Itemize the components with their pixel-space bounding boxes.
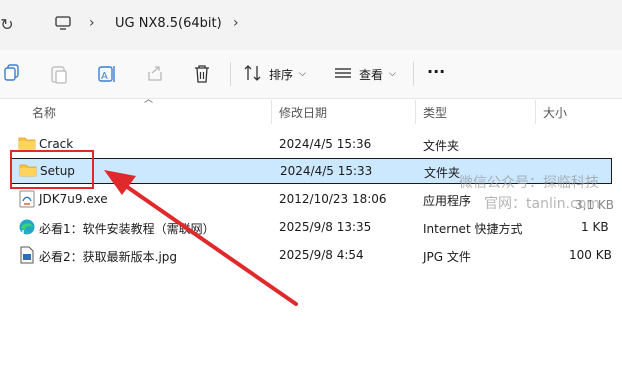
annotation-highlight-box <box>10 150 94 189</box>
file-name: 必看1：软件安装教程（需联网） <box>39 222 215 236</box>
watermark-line1: 微信公众号：探临科技 <box>459 175 599 191</box>
column-header-row: 名称 修改日期 类型 大小 <box>0 98 622 126</box>
this-pc-icon[interactable] <box>55 16 71 33</box>
file-name: JDK7u9.exe <box>39 192 108 206</box>
copy-icon[interactable] <box>4 64 20 85</box>
chevron-right-icon[interactable]: › <box>233 15 239 31</box>
toolbar-divider <box>413 62 414 86</box>
file-row-jpg[interactable]: 必看2：获取最新版本.jpg 2025/9/8 4:54 JPG 文件 100 … <box>0 242 622 268</box>
delete-icon[interactable] <box>193 64 211 87</box>
column-header-modified[interactable]: 修改日期 <box>279 104 327 121</box>
edge-shortcut-icon <box>18 218 36 239</box>
toolbar-divider <box>230 62 231 86</box>
view-button[interactable]: 查看 <box>359 66 383 83</box>
paste-icon[interactable] <box>50 64 68 87</box>
file-modified: 2025/9/8 4:54 <box>279 248 364 262</box>
file-name: 必看2：获取最新版本.jpg <box>39 250 178 264</box>
file-type: Internet 快捷方式 <box>423 222 523 236</box>
column-divider[interactable] <box>415 100 416 124</box>
file-size: 1 KB <box>581 220 609 234</box>
file-type: 文件夹 <box>423 139 460 153</box>
file-name: Crack <box>39 137 74 151</box>
breadcrumb-current[interactable]: UG NX8.5(64bit) <box>115 16 222 31</box>
more-options-button[interactable]: ··· <box>427 62 445 81</box>
column-header-name[interactable]: 名称 <box>32 104 56 121</box>
rename-icon[interactable]: A <box>97 64 117 87</box>
exe-icon <box>19 190 35 211</box>
chevron-right-icon[interactable]: › <box>89 15 95 31</box>
column-header-size[interactable]: 大小 <box>543 104 567 121</box>
refresh-icon[interactable]: ↻ <box>0 15 14 34</box>
file-modified: 2024/4/5 15:33 <box>280 164 373 178</box>
command-bar: A 排序 ⌵ 查看 ⌵ ··· <box>0 50 622 99</box>
column-divider[interactable] <box>535 100 536 124</box>
file-row-tutorial[interactable]: 必看1：软件安装教程（需联网） 2025/9/8 13:35 Internet … <box>0 214 622 240</box>
share-icon[interactable] <box>146 64 164 85</box>
chevron-down-icon[interactable]: ⌵ <box>389 69 396 79</box>
column-header-type[interactable]: 类型 <box>423 104 447 121</box>
file-type: 应用程序 <box>423 194 472 208</box>
column-divider[interactable] <box>271 100 272 124</box>
file-type: 文件夹 <box>424 166 461 180</box>
file-size: 100 KB <box>569 248 612 262</box>
chevron-down-icon[interactable]: ⌵ <box>299 69 306 79</box>
svg-text:A: A <box>101 71 108 82</box>
sort-icon[interactable] <box>243 64 263 85</box>
address-bar: ↻ › UG NX8.5(64bit) › <box>0 0 622 50</box>
file-size-partial: 3,1 KB <box>575 198 614 212</box>
file-modified: 2024/4/5 15:36 <box>279 137 372 151</box>
file-modified: 2025/9/8 13:35 <box>279 220 372 234</box>
file-modified: 2012/10/23 18:06 <box>279 192 387 206</box>
sort-button[interactable]: 排序 <box>269 66 293 83</box>
jpg-file-icon <box>19 246 35 267</box>
file-type: JPG 文件 <box>423 250 471 264</box>
view-icon[interactable] <box>333 64 353 85</box>
